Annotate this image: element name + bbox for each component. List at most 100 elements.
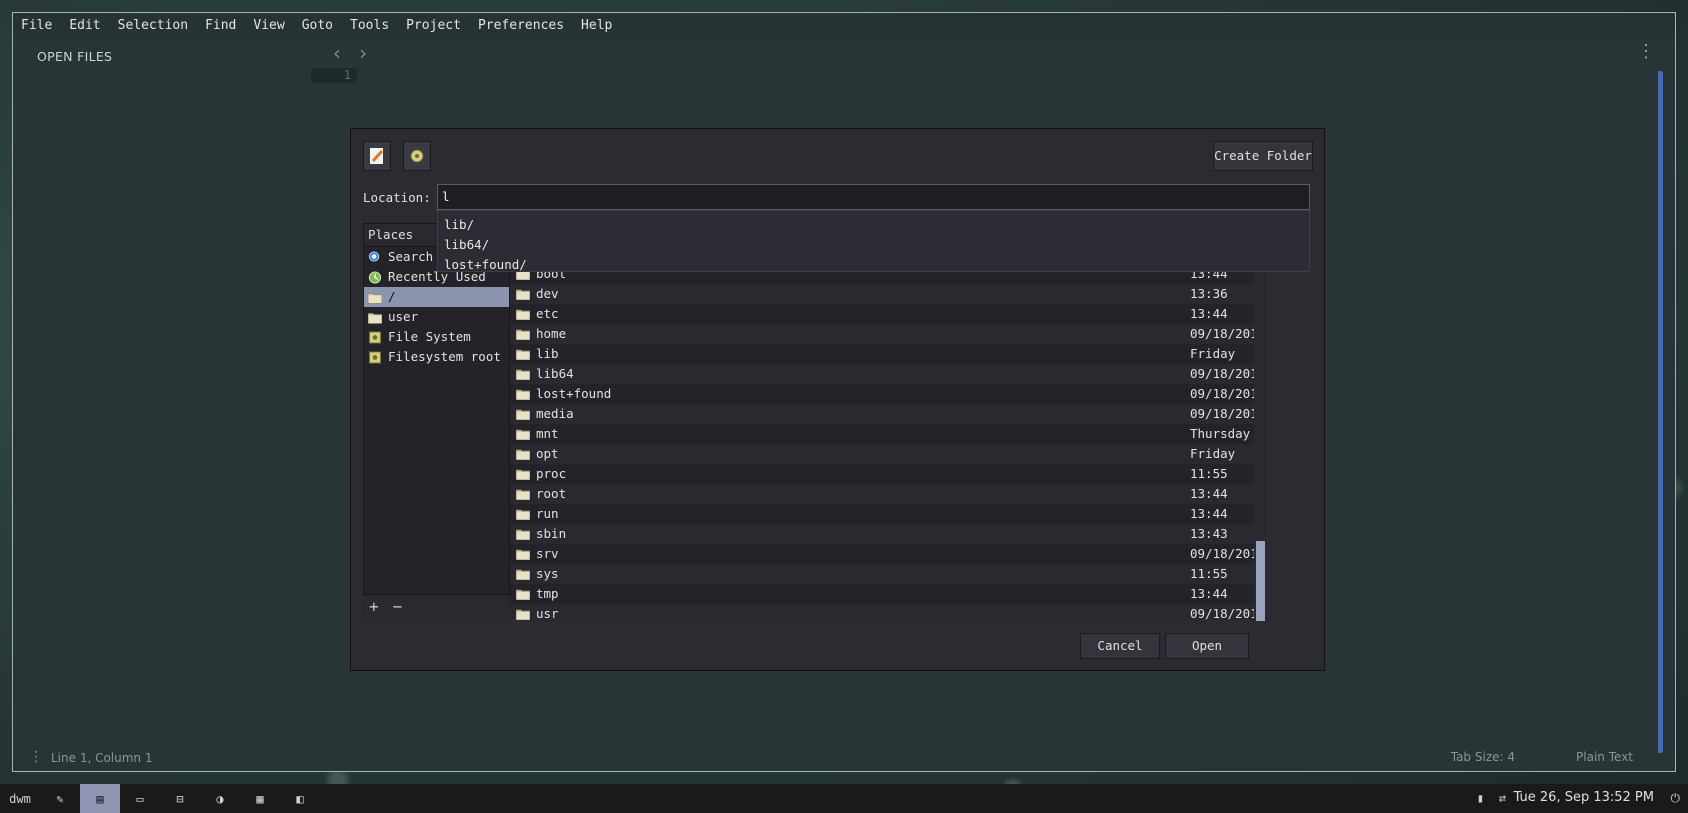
network-icon[interactable]: ⇄: [1499, 791, 1506, 805]
open-files-title: OPEN FILES: [37, 49, 113, 64]
file-name: lib: [536, 346, 559, 361]
file-row[interactable]: sys 11:55: [510, 564, 1255, 584]
file-row[interactable]: home 09/18/2017: [510, 324, 1255, 344]
clock[interactable]: Tue 26, Sep 13:52 PM: [1514, 790, 1654, 805]
place-item[interactable]: Filesystem root: [364, 347, 509, 367]
file-row[interactable]: srv 09/18/2017: [510, 544, 1255, 564]
sidebar-layout-icon[interactable]: ◧: [280, 784, 320, 813]
autocomplete-item[interactable]: lib64/: [438, 235, 1309, 255]
menu-view[interactable]: View: [253, 18, 284, 33]
cursor-position: Line 1, Column 1: [51, 751, 153, 765]
places-footer: + −: [363, 595, 510, 621]
file-name: lost+found: [536, 386, 612, 401]
statusbar: ⋮ Line 1, Column 1 Tab Size: 4 Plain Tex…: [13, 745, 1675, 771]
file-modified: 13:44: [1190, 506, 1228, 521]
menu-help[interactable]: Help: [581, 18, 612, 33]
taskbar: dwm ✎ ▤ ▭ ⊟ ◑ ▦ ◧ ▮ ⇄ Tue 26, Sep 13:52 …: [0, 784, 1688, 813]
autocomplete-popup: lib/lib64/lost+found/: [437, 210, 1310, 272]
file-modified: 11:55: [1190, 466, 1228, 481]
drive-icon: [368, 330, 382, 344]
syntax-mode[interactable]: Plain Text: [1576, 750, 1633, 764]
file-row[interactable]: lost+found 09/18/2017: [510, 384, 1255, 404]
folder-icon: [516, 489, 530, 500]
file-name: proc: [536, 466, 567, 481]
file-name: etc: [536, 306, 559, 321]
folder-icon: [516, 449, 530, 460]
file-row[interactable]: opt Friday: [510, 444, 1255, 464]
chevron-right-icon[interactable]: ›: [357, 41, 369, 65]
add-bookmark-button[interactable]: +: [369, 597, 379, 616]
browser-icon[interactable]: ◑: [200, 784, 240, 813]
file-row[interactable]: lib64 09/18/2017: [510, 364, 1255, 384]
tab-size[interactable]: Tab Size: 4: [1451, 750, 1515, 764]
drive-button[interactable]: [403, 141, 431, 171]
more-options-icon[interactable]: ⋮: [1637, 41, 1655, 62]
chevron-left-icon[interactable]: ‹: [331, 41, 343, 65]
file-row[interactable]: proc 11:55: [510, 464, 1255, 484]
file-name: run: [536, 506, 559, 521]
location-label: Location:: [363, 190, 431, 205]
file-name: lib64: [536, 366, 574, 381]
archive-icon[interactable]: ⊟: [160, 784, 200, 813]
search-icon: [368, 250, 380, 262]
file-row[interactable]: tmp 13:44: [510, 584, 1255, 604]
create-folder-button[interactable]: Create Folder: [1213, 141, 1313, 171]
pencil-icon: [370, 148, 384, 164]
file-modified: 13:44: [1190, 306, 1228, 321]
file-row[interactable]: mnt Thursday: [510, 424, 1255, 444]
folder-icon: [516, 469, 530, 480]
folder-icon: [516, 369, 530, 380]
start-button[interactable]: dwm: [0, 784, 40, 813]
file-row[interactable]: lib Friday: [510, 344, 1255, 364]
autocomplete-item[interactable]: lib/: [438, 215, 1309, 235]
file-modified: 09/18/2017: [1190, 406, 1255, 421]
file-modified: Thursday: [1190, 426, 1251, 441]
file-name: usr: [536, 606, 559, 621]
editor-scrollbar[interactable]: [1658, 71, 1663, 753]
power-icon[interactable]: ⏻: [1671, 791, 1681, 806]
file-modified: Friday: [1190, 346, 1236, 361]
location-input[interactable]: l: [437, 184, 1310, 210]
remove-bookmark-button[interactable]: −: [393, 597, 403, 616]
file-row[interactable]: usr 09/18/2017: [510, 604, 1255, 621]
place-item[interactable]: File System: [364, 327, 509, 347]
film-icon[interactable]: ▦: [240, 784, 280, 813]
menu-file[interactable]: File: [21, 18, 52, 33]
scrollbar-thumb[interactable]: [1256, 541, 1265, 621]
menu-goto[interactable]: Goto: [302, 18, 333, 33]
terminal-icon[interactable]: ▭: [120, 784, 160, 813]
pencil-icon[interactable]: ✎: [40, 784, 80, 813]
file-row[interactable]: dev 13:36: [510, 284, 1255, 304]
file-row[interactable]: media 09/18/2017: [510, 404, 1255, 424]
place-item[interactable]: /: [364, 287, 509, 307]
menu-tools[interactable]: Tools: [350, 18, 389, 33]
menu-find[interactable]: Find: [205, 18, 236, 33]
menu-selection[interactable]: Selection: [118, 18, 188, 33]
menu-preferences[interactable]: Preferences: [478, 18, 564, 33]
folder-icon: [516, 289, 530, 300]
menu-edit[interactable]: Edit: [69, 18, 100, 33]
drive-icon: [368, 350, 382, 364]
file-list-scrollbar[interactable]: [1254, 264, 1266, 621]
file-modified: Friday: [1190, 446, 1236, 461]
file-row[interactable]: etc 13:44: [510, 304, 1255, 324]
file-modified: 13:44: [1190, 586, 1228, 601]
open-file-dialog: Create Folder Location: l lib/lib64/lost…: [350, 128, 1325, 671]
file-row[interactable]: root 13:44: [510, 484, 1255, 504]
autocomplete-item[interactable]: lost+found/: [438, 255, 1309, 275]
folder-icon: [368, 292, 382, 304]
file-name: home: [536, 326, 567, 341]
cancel-button[interactable]: Cancel: [1080, 633, 1160, 659]
document-icon[interactable]: ▤: [80, 784, 120, 813]
place-item[interactable]: user: [364, 307, 509, 327]
file-row[interactable]: sbin 13:43: [510, 524, 1255, 544]
folder-icon: [516, 329, 530, 340]
edit-location-button[interactable]: [363, 141, 391, 171]
open-button[interactable]: Open: [1165, 633, 1249, 659]
file-modified: 09/18/2017: [1190, 546, 1255, 561]
panel-toggle-icon[interactable]: ⋮: [29, 749, 43, 765]
menu-project[interactable]: Project: [406, 18, 461, 33]
signal-icon[interactable]: ▮: [1477, 791, 1484, 805]
file-row[interactable]: run 13:44: [510, 504, 1255, 524]
file-list: boot13:44dev13:36etc13:44home09/18/2017l…: [510, 264, 1255, 621]
